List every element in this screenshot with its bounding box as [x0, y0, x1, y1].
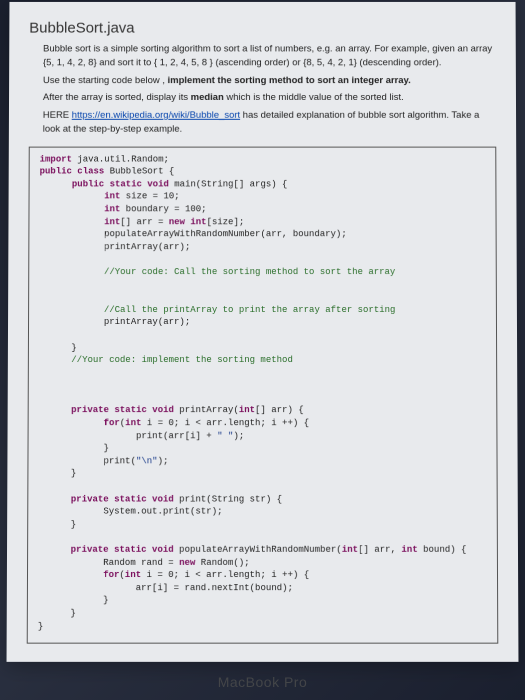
instruction-line: HERE https://en.wikipedia.org/wiki/Bubbl… [43, 109, 496, 136]
page-title: BubbleSort.java [29, 20, 496, 37]
code-content: import java.util.Random; public class Bu… [38, 153, 487, 633]
device-label: MacBook Pro [0, 674, 525, 690]
wikipedia-link[interactable]: https://en.wikipedia.org/wiki/Bubble_sor… [72, 110, 240, 121]
document-page: BubbleSort.java Bubble sort is a simple … [7, 2, 519, 662]
instruction-line: Bubble sort is a simple sorting algorith… [43, 42, 496, 69]
code-block: import java.util.Random; public class Bu… [27, 146, 499, 644]
instruction-line: After the array is sorted, display its m… [43, 91, 496, 105]
instruction-line: Use the starting code below , implement … [43, 74, 496, 88]
instructions-block: Bubble sort is a simple sorting algorith… [43, 42, 496, 136]
